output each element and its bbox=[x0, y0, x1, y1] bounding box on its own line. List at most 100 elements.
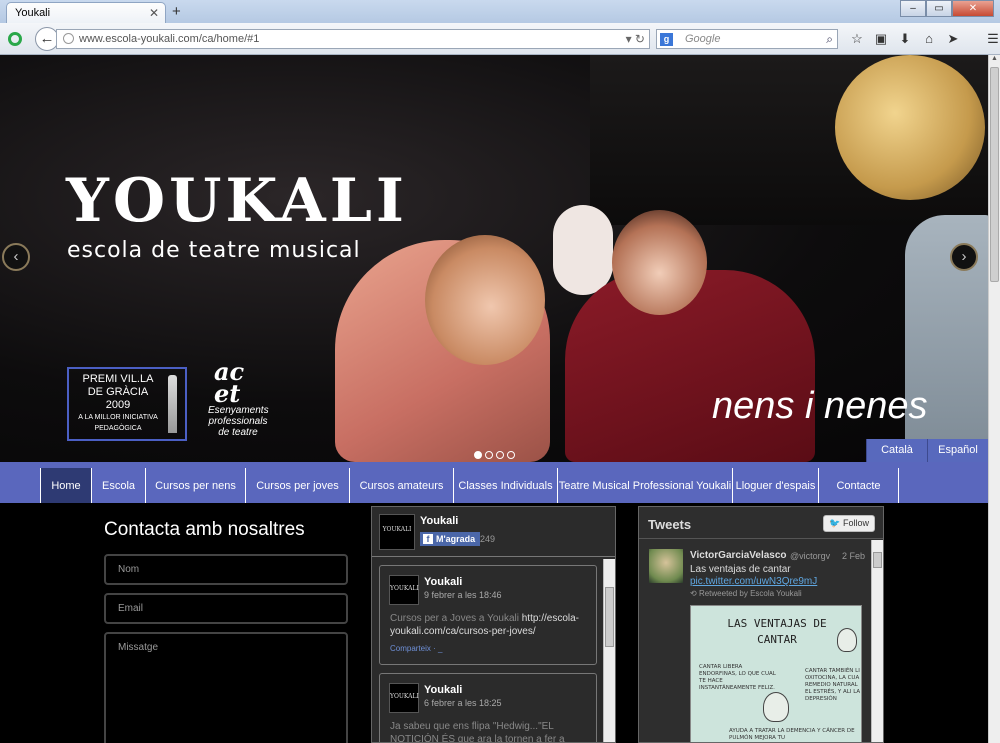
smiley-icon bbox=[837, 628, 857, 652]
nav-escola[interactable]: Escola bbox=[92, 468, 146, 503]
new-tab-button[interactable]: + bbox=[172, 3, 181, 20]
facebook-header: YOUKALI Youkali f M'agrada 249 bbox=[372, 507, 615, 557]
tweets-title[interactable]: Tweets bbox=[648, 517, 691, 532]
search-icon[interactable]: ⌕ bbox=[826, 30, 833, 48]
page-name[interactable]: Youkali bbox=[420, 515, 458, 527]
nav-contacte[interactable]: Contacte bbox=[819, 468, 899, 503]
prize-line: PREMI VIL.LA bbox=[82, 373, 154, 385]
share-link[interactable]: Comparteix · _ bbox=[390, 644, 442, 653]
post-date[interactable]: 9 febrer a les 18:46 bbox=[424, 590, 502, 600]
slide-dot[interactable] bbox=[496, 451, 504, 459]
nav-cursos-amateurs[interactable]: Cursos amateurs bbox=[350, 468, 454, 503]
acet-logo: ac et Esenyaments professionals de teatr… bbox=[208, 360, 269, 439]
send-icon[interactable]: ➤ bbox=[941, 31, 965, 47]
lang-catala[interactable]: Català bbox=[866, 439, 927, 462]
nav-home[interactable]: Home bbox=[40, 468, 92, 503]
page-scrollbar[interactable]: ▲ bbox=[988, 55, 1000, 743]
tweet-link[interactable]: pic.twitter.com/uwN3Qre9mJ bbox=[690, 576, 817, 587]
tab-title: Youkali bbox=[15, 7, 51, 19]
slide-indicators bbox=[474, 451, 515, 459]
address-bar[interactable]: www.escola-youkali.com/ca/home/#1 ▾ ↻ bbox=[56, 29, 650, 49]
actor-head bbox=[612, 210, 707, 315]
email-field[interactable]: Email bbox=[104, 593, 348, 624]
facebook-post: YOUKALI Youkali 9 febrer a les 18:46 Cur… bbox=[379, 565, 597, 665]
reload-icon[interactable]: ▾ ↻ bbox=[626, 30, 645, 48]
tweet-date[interactable]: 2 Feb bbox=[842, 551, 865, 561]
facebook-scrollbar[interactable] bbox=[603, 559, 615, 742]
nav-cursos-joves[interactable]: Cursos per joves bbox=[246, 468, 350, 503]
post-thumbnail[interactable]: YOUKALI bbox=[389, 575, 419, 605]
post-thumbnail[interactable]: YOUKALI bbox=[389, 683, 419, 713]
follow-button[interactable]: 🐦 Follow bbox=[823, 515, 875, 532]
scrollbar-thumb[interactable] bbox=[605, 587, 614, 647]
nav-teatre-musical[interactable]: Teatre Musical Professional Youkali bbox=[558, 468, 733, 503]
page-thumbnail[interactable]: YOUKALI bbox=[379, 514, 415, 550]
like-count: 249 bbox=[480, 534, 496, 544]
curly-wig bbox=[835, 55, 985, 200]
close-window-icon[interactable]: ✕ bbox=[952, 0, 994, 17]
retweet-text[interactable]: Retweeted by Escola Youkali bbox=[699, 589, 802, 598]
tweet-image[interactable]: LAS VENTAJAS DE CANTAR CANTAR LIBERA END… bbox=[690, 605, 862, 742]
contact-form: Contacta amb nosaltres Nom Email Missatg… bbox=[104, 519, 348, 743]
site-logo[interactable]: YOUKALI bbox=[66, 171, 408, 231]
navigation-toolbar: ← www.escola-youkali.com/ca/home/#1 ▾ ↻ … bbox=[0, 23, 1000, 55]
tweet-handle[interactable]: @victorgv bbox=[790, 551, 830, 561]
scroll-up-icon[interactable]: ▲ bbox=[989, 55, 1000, 67]
home-icon[interactable]: ⌂ bbox=[917, 31, 941, 47]
tweet-author[interactable]: VictorGarciaVelasco bbox=[690, 550, 787, 561]
minimize-icon[interactable]: – bbox=[900, 0, 926, 17]
twitter-bird-icon: 🐦 bbox=[829, 518, 841, 528]
scrollbar-thumb[interactable] bbox=[873, 552, 882, 568]
nav-lloguer[interactable]: Lloguer d'espais bbox=[733, 468, 819, 503]
avatar[interactable] bbox=[649, 549, 683, 583]
download-icon[interactable]: ⬇ bbox=[893, 31, 917, 47]
image-text: CANTAR TAMBIÉN LI OXITOCINA, LA CUA REME… bbox=[805, 668, 861, 702]
acet-subtitle: Esenyaments professionals de teatre bbox=[208, 405, 269, 438]
nav-classes-individuals[interactable]: Classes Individuals bbox=[454, 468, 558, 503]
tab-bar: Youkali ✕ + – ▭ ✕ bbox=[0, 0, 1000, 23]
prev-slide-button[interactable]: ‹ bbox=[2, 243, 30, 271]
twitter-header: Tweets 🐦 Follow bbox=[639, 507, 883, 539]
prize-line: PEDAGÒGICA bbox=[94, 425, 142, 432]
facebook-widget: YOUKALI Youkali f M'agrada 249 YOUKALI Yo… bbox=[371, 506, 616, 743]
tower-icon bbox=[168, 375, 177, 433]
image-text: CANTAR LIBERA ENDORFINAS, LO QUE CUAL TE… bbox=[699, 664, 776, 691]
retweet-icon: ⟲ bbox=[690, 589, 697, 598]
search-box[interactable]: g Google ⌕ bbox=[656, 29, 838, 49]
post-author[interactable]: Youkali bbox=[424, 576, 462, 588]
lang-espanol[interactable]: Español bbox=[927, 439, 988, 462]
star-icon[interactable]: ☆ bbox=[845, 31, 869, 47]
google-icon[interactable]: g bbox=[660, 33, 673, 46]
slide-dot[interactable] bbox=[485, 451, 493, 459]
menu-icon[interactable]: ☰ bbox=[981, 31, 1000, 47]
toolbar-buttons: ☆ ▣ ⬇ ⌂ ➤ ☰ bbox=[845, 31, 1000, 47]
scrollbar-thumb[interactable] bbox=[990, 67, 999, 282]
url-text: www.escola-youkali.com/ca/home/#1 bbox=[79, 33, 260, 45]
tweet-text: Las ventajas de cantar bbox=[690, 564, 791, 575]
close-tab-icon[interactable]: ✕ bbox=[149, 6, 159, 20]
prize-line: A LA MILLOR INICIATIVA bbox=[78, 414, 158, 421]
like-button[interactable]: f M'agrada bbox=[420, 532, 481, 546]
post-text: Cursos per a Joves a Youkali http://esco… bbox=[390, 612, 590, 638]
slide-dot[interactable] bbox=[474, 451, 482, 459]
message-field[interactable]: Missatge bbox=[104, 632, 348, 743]
post-date[interactable]: 6 febrer a les 18:25 bbox=[424, 698, 502, 708]
smiley-icon bbox=[763, 692, 789, 722]
maximize-icon[interactable]: ▭ bbox=[926, 0, 952, 17]
app-menu-icon[interactable] bbox=[8, 32, 22, 46]
prize-line: DE GRÀCIA 2009 bbox=[87, 386, 149, 411]
post-author[interactable]: Youkali bbox=[424, 684, 462, 696]
search-placeholder: Google bbox=[685, 33, 721, 45]
browser-tab[interactable]: Youkali ✕ bbox=[6, 2, 166, 23]
facebook-icon: f bbox=[423, 534, 433, 544]
retweet-note: ⟲ Retweeted by Escola Youkali bbox=[690, 589, 802, 598]
twitter-scrollbar[interactable] bbox=[871, 540, 883, 742]
nav-cursos-nens[interactable]: Cursos per nens bbox=[146, 468, 246, 503]
slide-dot[interactable] bbox=[507, 451, 515, 459]
next-slide-button[interactable]: › bbox=[950, 243, 978, 271]
twitter-widget: Tweets 🐦 Follow VictorGarciaVelasco @vic… bbox=[638, 506, 884, 743]
name-field[interactable]: Nom bbox=[104, 554, 348, 585]
clipboard-icon[interactable]: ▣ bbox=[869, 31, 893, 47]
actor-sleeve bbox=[553, 205, 613, 295]
prize-badge: PREMI VIL.LA DE GRÀCIA 2009 A LA MILLOR … bbox=[67, 367, 187, 441]
